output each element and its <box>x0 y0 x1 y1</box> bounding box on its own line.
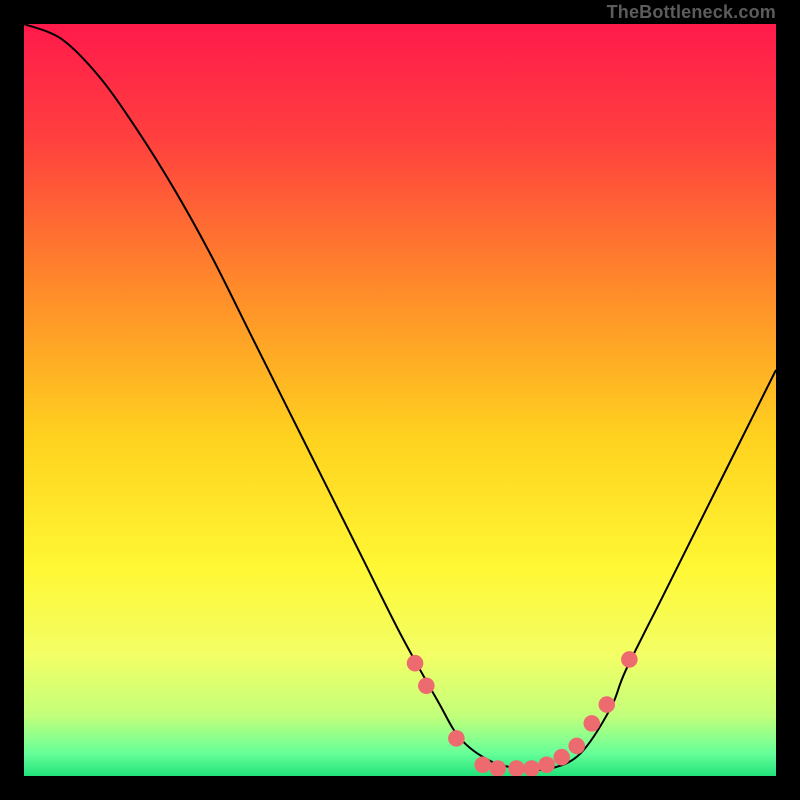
highlight-dot <box>599 696 616 713</box>
chart-background <box>24 24 776 776</box>
highlight-dot <box>418 677 435 694</box>
highlight-dot <box>583 715 600 732</box>
highlight-dot <box>474 756 491 773</box>
highlight-dot <box>621 651 638 668</box>
highlight-dot <box>407 655 424 672</box>
bottleneck-chart <box>24 24 776 776</box>
highlight-dot <box>448 730 465 747</box>
highlight-dot <box>553 749 570 766</box>
highlight-dot <box>489 760 506 776</box>
watermark: TheBottleneck.com <box>607 2 776 23</box>
chart-container <box>24 24 776 776</box>
highlight-dot <box>568 738 585 755</box>
highlight-dot <box>538 756 555 773</box>
highlight-dot <box>523 760 540 776</box>
highlight-dot <box>508 760 525 776</box>
